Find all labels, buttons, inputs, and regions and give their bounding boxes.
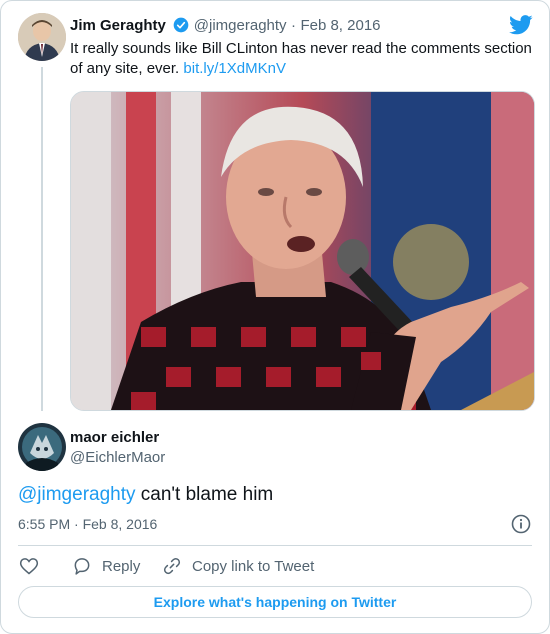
reply-author-avatar[interactable] xyxy=(18,423,66,471)
parent-tweet-body: It really sounds like Bill CLinton has n… xyxy=(70,40,532,77)
reply-author-name[interactable]: maor eichler xyxy=(70,429,159,446)
parent-author-handle[interactable]: @jimgeraghty xyxy=(194,17,287,34)
actions-divider xyxy=(18,545,532,546)
avatar-portrait xyxy=(18,13,66,61)
reply-mention[interactable]: @jimgeraghty xyxy=(18,484,136,505)
verified-badge-icon xyxy=(173,17,189,33)
tweet-media-photo[interactable] xyxy=(70,91,535,411)
reply-bubble-icon xyxy=(74,558,90,575)
heart-icon xyxy=(19,558,39,575)
reply-time: 6:55 PM xyxy=(18,516,71,532)
parent-author-name[interactable]: Jim Geraghty xyxy=(70,17,166,34)
copy-link-button[interactable]: Copy link to Tweet xyxy=(162,556,314,576)
parent-author-avatar[interactable] xyxy=(18,13,66,61)
timestamp-separator: · xyxy=(74,516,79,532)
reply-timestamp[interactable]: 6:55 PM · Feb 8, 2016 xyxy=(18,516,157,532)
parent-tweet-link[interactable]: bit.ly/1XdMKnV xyxy=(183,60,286,77)
link-icon xyxy=(163,557,181,575)
parent-tweet-text: It really sounds like Bill CLinton has n… xyxy=(70,39,540,79)
info-icon[interactable] xyxy=(511,514,531,534)
parent-tweet-header: Jim Geraghty @jimgeraghty · Feb 8, 2016 xyxy=(70,17,381,35)
photo-illustration xyxy=(71,92,534,410)
reply-author-handle-line: @EichlerMaor xyxy=(70,449,165,467)
reply-tweet-body: can't blame him xyxy=(140,484,274,505)
explore-twitter-button[interactable]: Explore what's happening on Twitter xyxy=(18,586,532,618)
reply-label: Reply xyxy=(102,557,141,575)
reply-author-handle[interactable]: @EichlerMaor xyxy=(70,449,165,466)
reply-date: Feb 8, 2016 xyxy=(82,516,158,532)
parent-tweet-date[interactable]: Feb 8, 2016 xyxy=(300,17,380,34)
header-separator: · xyxy=(291,17,296,34)
reply-author-name-line: maor eichler xyxy=(70,429,159,447)
thread-connector xyxy=(41,67,43,411)
like-button[interactable] xyxy=(19,556,39,576)
tweet-embed-card: Jim Geraghty @jimgeraghty · Feb 8, 2016 … xyxy=(0,0,550,634)
reply-tweet-text: @jimgeraghty can't blame him xyxy=(18,483,273,507)
avatar-wolf-art xyxy=(18,423,66,471)
twitter-bird-icon[interactable] xyxy=(509,15,533,35)
reply-button[interactable]: Reply xyxy=(72,556,140,576)
copy-link-label: Copy link to Tweet xyxy=(192,557,315,575)
